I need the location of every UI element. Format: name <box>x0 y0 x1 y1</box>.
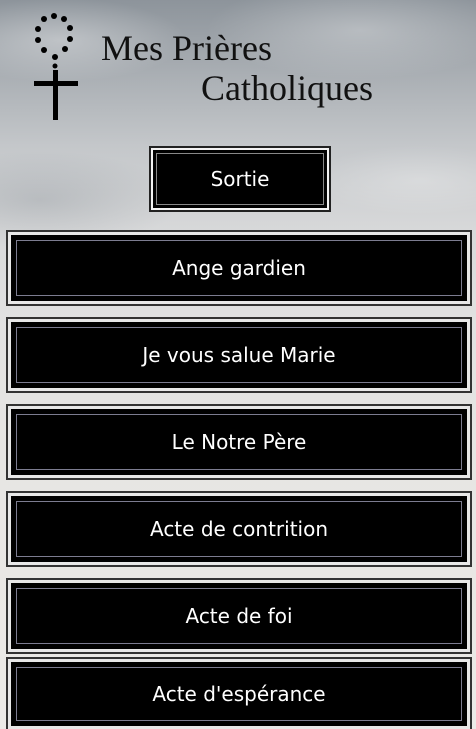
prayer-button-le-notre-pere[interactable]: Le Notre Père <box>6 404 472 480</box>
app-title-line2: Catholiques <box>201 68 373 108</box>
prayer-button-ange-gardien[interactable]: Ange gardien <box>6 230 472 306</box>
prayer-button-acte-de-foi[interactable]: Acte de foi <box>6 578 472 654</box>
rosary-cross-icon <box>34 13 78 120</box>
prayer-button-je-vous-salue-marie[interactable]: Je vous salue Marie <box>6 317 472 393</box>
prayer-button-acte-d-esperance[interactable]: Acte d'espérance <box>6 657 472 729</box>
app-title-line1: Mes Prières <box>101 28 272 68</box>
prayer-button-acte-de-contrition[interactable]: Acte de contrition <box>6 491 472 567</box>
exit-button[interactable]: Sortie <box>149 146 331 212</box>
